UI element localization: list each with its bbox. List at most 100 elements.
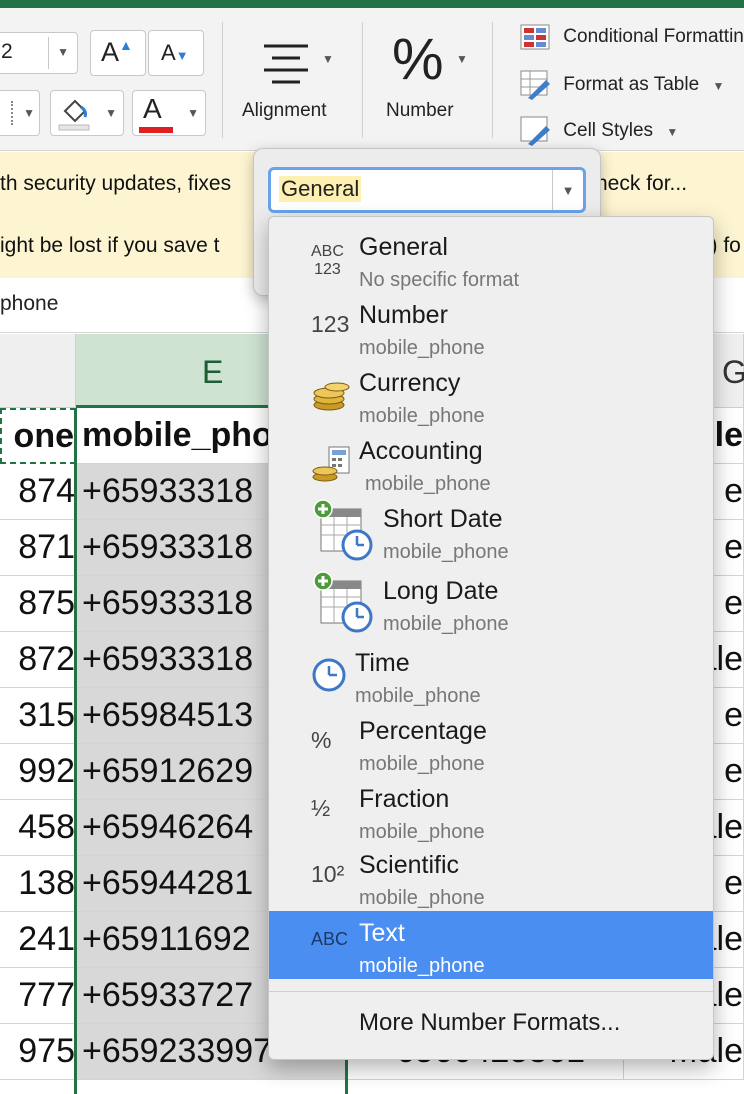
conditional-formatting-label: Conditional Formatting xyxy=(563,26,744,48)
cell-d[interactable]: 241 xyxy=(0,912,76,968)
scientific-icon: 10² xyxy=(311,861,344,888)
column-header-d[interactable] xyxy=(0,334,76,408)
chevron-down-icon: ▼ xyxy=(456,52,468,66)
decrease-font-glyph: A xyxy=(161,40,176,65)
number-label: 123 xyxy=(314,261,341,278)
borders-icon xyxy=(1,101,13,125)
format-option-number[interactable]: 123 Number mobile_phone xyxy=(269,293,713,361)
menu-separator xyxy=(269,991,713,992)
cell-d[interactable]: 874 xyxy=(0,464,76,520)
cell-styles-label: Cell Styles xyxy=(563,120,654,142)
cell-d-text: 875 xyxy=(18,584,75,622)
combo-divider xyxy=(48,37,49,69)
update-bar-text-right[interactable]: heck for... xyxy=(596,172,687,196)
borders-button[interactable]: ▼ xyxy=(0,90,40,136)
format-option-label: General xyxy=(359,233,448,261)
format-option-accounting[interactable]: Accounting mobile_phone xyxy=(269,429,713,497)
chevron-down-icon: ▼ xyxy=(23,106,35,120)
format-option-example: No specific format xyxy=(359,269,520,291)
increase-font-size-button[interactable]: A▲ xyxy=(90,30,146,76)
compat-bar-text-left: ight be lost if you save t xyxy=(0,234,220,257)
format-option-long-date[interactable]: Long Date mobile_phone xyxy=(269,569,713,641)
cell-d-text: 872 xyxy=(18,640,75,678)
ribbon: 2 ▼ A▲ A▼ ▼ ▼ A ▼ ▼ Alignment % ▼ Number… xyxy=(0,8,744,151)
font-color-button[interactable]: A ▼ xyxy=(132,90,206,136)
cell-d[interactable]: 872 xyxy=(0,632,76,688)
format-option-short-date[interactable]: Short Date mobile_phone xyxy=(269,497,713,569)
cell-d[interactable]: 777 xyxy=(0,968,76,1024)
format-option-fraction[interactable]: ½ Fraction mobile_phone xyxy=(269,777,713,845)
cell-e-text: +65946264 xyxy=(82,808,254,846)
format-option-scientific[interactable]: 10² Scientific mobile_phone xyxy=(269,843,713,911)
cell-d-text: 992 xyxy=(18,752,75,790)
more-number-formats-item[interactable]: More Number Formats... xyxy=(359,1009,620,1037)
format-option-example: mobile_phone xyxy=(359,821,485,843)
cell-g-text: e xyxy=(724,864,743,902)
ribbon-separator xyxy=(222,22,223,138)
formula-bar-value: phone xyxy=(0,292,59,315)
cell-d[interactable]: 975 xyxy=(0,1024,76,1080)
font-color-swatch xyxy=(139,127,173,133)
calendar-clock-icon xyxy=(311,571,373,640)
fill-color-button[interactable]: ▼ xyxy=(50,90,124,136)
conditional-formatting-button[interactable]: Conditional Formatting xyxy=(520,24,744,50)
cell-e-text: +65933318 xyxy=(82,584,254,622)
icon-glyph: 123 xyxy=(311,311,350,337)
format-as-table-label: Format as Table xyxy=(563,74,700,96)
coins-icon xyxy=(311,377,351,418)
cell-d-text: 241 xyxy=(18,920,75,958)
format-as-table-button[interactable]: Format as Table ▼ xyxy=(520,70,724,100)
increase-font-icon: A▲ xyxy=(101,37,133,67)
format-option-example: mobile_phone xyxy=(359,887,485,909)
number-format-select[interactable]: General ▼ xyxy=(268,167,586,213)
ribbon-separator xyxy=(492,22,493,138)
cell-e-text: +65933727 xyxy=(82,976,254,1014)
chevron-down-icon: ▼ xyxy=(322,52,334,66)
cell-d[interactable]: 315 xyxy=(0,688,76,744)
format-option-percentage[interactable]: % Percentage mobile_phone xyxy=(269,709,713,777)
cell-d-text: 874 xyxy=(18,472,75,510)
cell-d[interactable]: 871 xyxy=(0,520,76,576)
format-option-text[interactable]: ABC Text mobile_phone xyxy=(269,911,713,979)
font-size-value: 2 xyxy=(1,40,13,63)
font-size-combo[interactable]: 2 ▼ xyxy=(0,32,78,74)
text-abc-icon: ABC xyxy=(311,929,348,950)
cell-d[interactable]: 992 xyxy=(0,744,76,800)
font-color-icon: A xyxy=(143,93,162,124)
format-option-general[interactable]: ABC 123 General No specific format xyxy=(269,225,713,293)
format-option-label: Time xyxy=(355,649,410,677)
cell-styles-icon xyxy=(520,116,550,146)
cell-g-text: e xyxy=(724,528,743,566)
cell-d[interactable]: 138 xyxy=(0,856,76,912)
cell-e-text: +65944281 xyxy=(82,864,254,902)
cell-d-text: 458 xyxy=(18,808,75,846)
format-option-time[interactable]: Time mobile_phone xyxy=(269,641,713,709)
format-option-label: Currency xyxy=(359,369,461,397)
chevron-down-icon[interactable]: ▼ xyxy=(552,170,583,210)
decrease-font-size-button[interactable]: A▼ xyxy=(148,30,204,76)
increase-font-glyph: A xyxy=(101,37,120,67)
conditional-formatting-icon xyxy=(520,24,550,50)
format-option-example: mobile_phone xyxy=(359,405,485,427)
alignment-button[interactable]: ▼ Alignment xyxy=(236,22,348,140)
cell-d[interactable]: 875 xyxy=(0,576,76,632)
cell-d-text: 315 xyxy=(18,696,75,734)
alignment-label: Alignment xyxy=(242,100,327,121)
cell-e-text: +65933318 xyxy=(82,528,254,566)
format-option-example: mobile_phone xyxy=(359,955,485,977)
cell-e-text: +65911692 xyxy=(82,920,251,958)
number-label: Number xyxy=(386,100,454,121)
cell-e-header-text: mobile_pho xyxy=(82,416,273,454)
format-option-label: Percentage xyxy=(359,717,487,745)
cell-styles-button[interactable]: Cell Styles ▼ xyxy=(520,116,678,146)
cell-d[interactable]: 458 xyxy=(0,800,76,856)
format-option-example: mobile_phone xyxy=(383,613,509,635)
decrease-font-icon: A▼ xyxy=(161,40,189,65)
cell-d-header[interactable]: one xyxy=(0,408,76,464)
number-format-button[interactable]: % ▼ Number xyxy=(376,22,476,140)
fraction-icon: ½ xyxy=(311,795,330,822)
icon-glyph: ½ xyxy=(311,795,331,821)
cell-g-text: e xyxy=(724,584,743,622)
format-option-currency[interactable]: Currency mobile_phone xyxy=(269,361,713,429)
cell-d-text: 138 xyxy=(18,864,75,902)
